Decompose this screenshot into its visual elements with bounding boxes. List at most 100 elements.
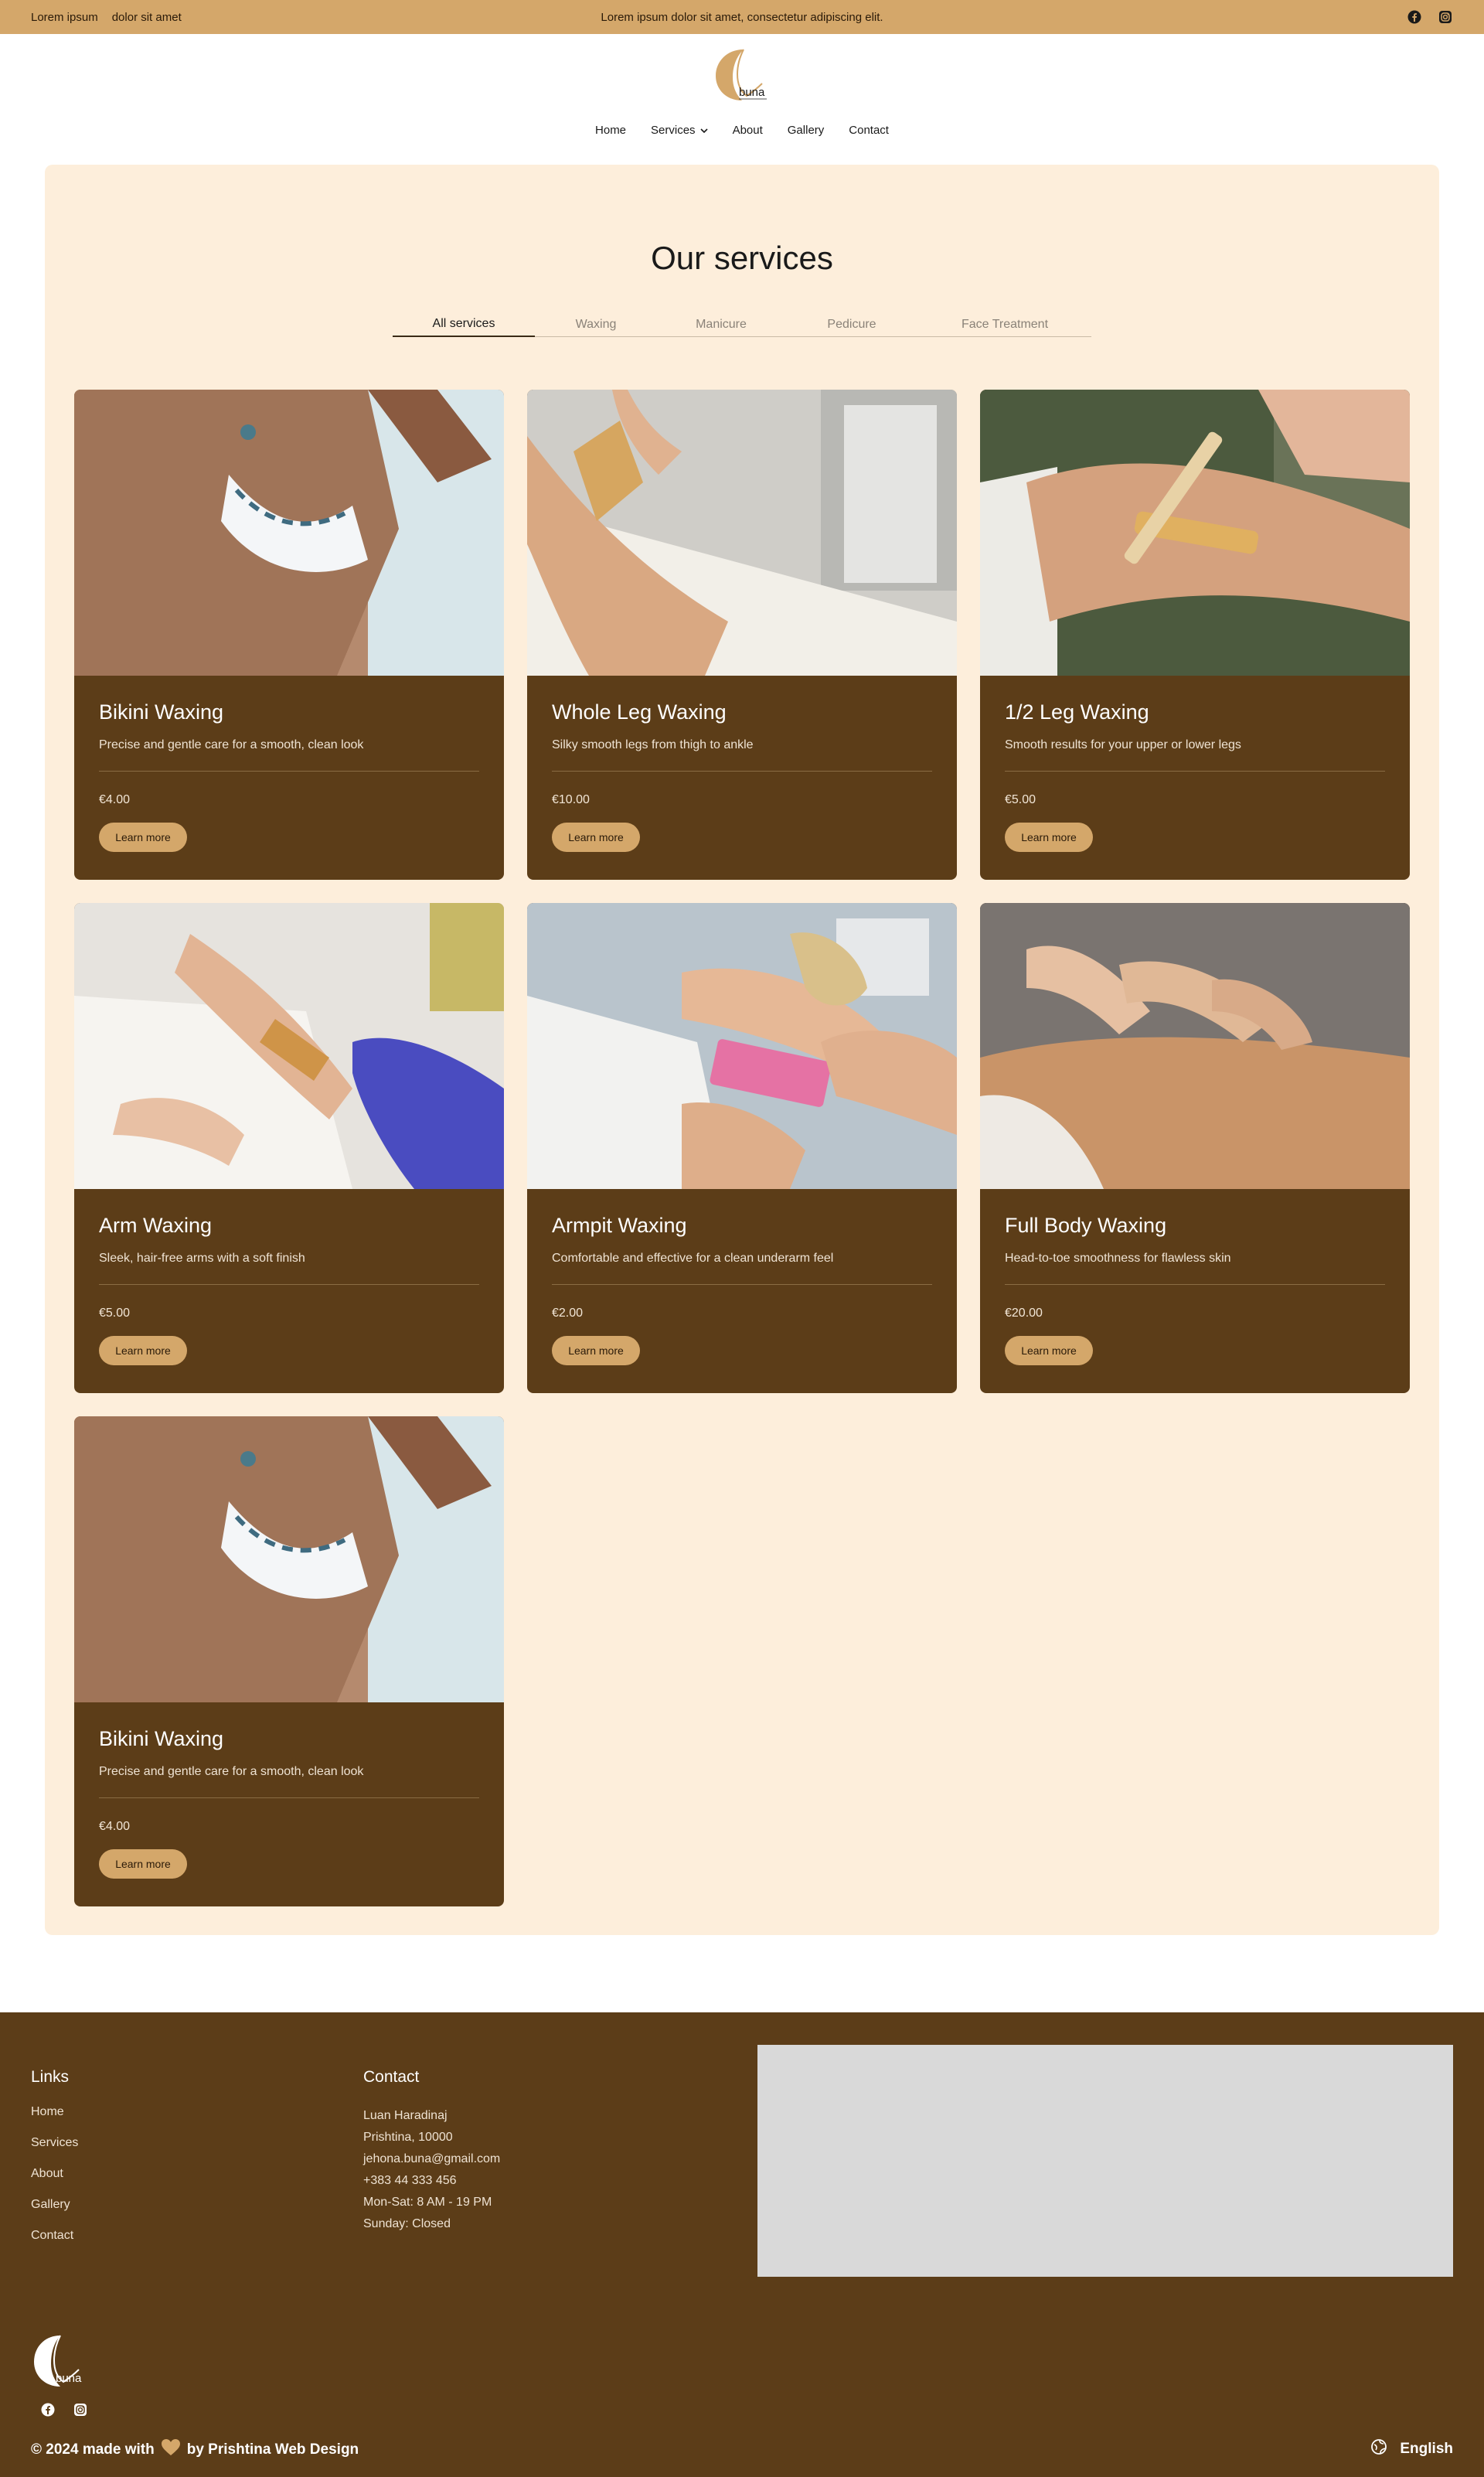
learn-more-button[interactable]: Learn more <box>552 1336 640 1365</box>
contact-city: Prishtina, 10000 <box>363 2131 453 2144</box>
card-divider <box>99 771 479 772</box>
nav-gallery-label: Gallery <box>787 124 825 137</box>
card-title: Armpit Waxing <box>552 1214 687 1237</box>
card-title: 1/2 Leg Waxing <box>1005 700 1149 724</box>
service-card[interactable]: Arm Waxing Sleek, hair-free arms with a … <box>74 903 504 1393</box>
card-body: Bikini Waxing Precise and gentle care fo… <box>99 1702 479 1879</box>
service-card[interactable]: Full Body Waxing Head-to-toe smoothness … <box>980 903 1410 1393</box>
card-description: Sleek, hair-free arms with a soft finish <box>99 1252 305 1265</box>
service-image <box>74 903 504 1189</box>
card-divider <box>552 771 932 772</box>
heart-icon <box>161 2438 181 2462</box>
top-bar-social <box>1407 9 1453 25</box>
nav-contact-label: Contact <box>849 124 889 137</box>
card-description: Silky smooth legs from thigh to ankle <box>552 738 754 751</box>
globe-icon <box>1370 2438 1387 2460</box>
instagram-icon[interactable] <box>1438 9 1453 25</box>
contact-email[interactable]: jehona.buna@gmail.com <box>363 2148 500 2170</box>
card-body: Bikini Waxing Precise and gentle care fo… <box>99 676 479 852</box>
copyright: © 2024 made with by Prishtina Web Design <box>31 2438 359 2462</box>
card-divider <box>1005 1284 1385 1285</box>
footer-contact: Contact Luan Haradinaj Prishtina, 10000 … <box>363 2068 500 2235</box>
learn-more-button[interactable]: Learn more <box>1005 1336 1093 1365</box>
footer-logo-text: buna <box>56 2372 82 2385</box>
nav-contact[interactable]: Contact <box>849 124 889 137</box>
card-price: €10.00 <box>552 793 590 806</box>
footer-link-gallery[interactable]: Gallery <box>31 2198 78 2212</box>
top-bar-text-1: Lorem ipsum <box>31 10 98 24</box>
tab-waxing[interactable]: Waxing <box>535 312 657 337</box>
learn-more-button[interactable]: Learn more <box>99 1849 187 1879</box>
card-body: 1/2 Leg Waxing Smooth results for your u… <box>1005 676 1385 852</box>
chevron-down-icon <box>699 124 708 137</box>
footer-logo[interactable]: buna <box>31 2331 88 2391</box>
card-body: Full Body Waxing Head-to-toe smoothness … <box>1005 1189 1385 1365</box>
card-price: €5.00 <box>1005 793 1036 806</box>
footer-link-services[interactable]: Services <box>31 2136 78 2150</box>
facebook-icon[interactable] <box>40 2402 56 2417</box>
copyright-suffix[interactable]: by Prishtina Web Design <box>187 2441 359 2458</box>
card-body: Whole Leg Waxing Silky smooth legs from … <box>552 676 932 852</box>
service-image <box>980 390 1410 676</box>
language-label: English <box>1400 2441 1453 2457</box>
tab-manicure[interactable]: Manicure <box>657 312 785 337</box>
section-title: Our services <box>651 240 833 276</box>
instagram-icon[interactable] <box>73 2402 88 2417</box>
footer-links: Links Home Services About Gallery Contac… <box>31 2068 78 2260</box>
card-title: Bikini Waxing <box>99 700 224 724</box>
tab-all-services[interactable]: All services <box>393 312 535 337</box>
copyright-prefix: © 2024 made with <box>31 2441 155 2458</box>
card-price: €4.00 <box>99 1820 131 1833</box>
service-card[interactable]: Bikini Waxing Precise and gentle care fo… <box>74 1416 504 1906</box>
service-image <box>74 1416 504 1702</box>
facebook-icon[interactable] <box>1407 9 1422 25</box>
card-body: Armpit Waxing Comfortable and effective … <box>552 1189 932 1365</box>
footer-link-about[interactable]: About <box>31 2167 78 2181</box>
footer-links-title: Links <box>31 2068 70 2086</box>
service-image <box>527 903 957 1189</box>
contact-sunday: Sunday: Closed <box>363 2217 451 2230</box>
nav-home[interactable]: Home <box>595 124 626 137</box>
card-description: Comfortable and effective for a clean un… <box>552 1252 834 1265</box>
footer: Links Home Services About Gallery Contac… <box>0 2012 1484 2477</box>
map-embed[interactable] <box>757 2045 1453 2277</box>
card-title: Whole Leg Waxing <box>552 700 727 724</box>
tab-pedicure[interactable]: Pedicure <box>785 312 918 337</box>
card-price: €20.00 <box>1005 1307 1043 1320</box>
learn-more-button[interactable]: Learn more <box>1005 823 1093 852</box>
card-price: €4.00 <box>99 793 131 806</box>
service-image <box>527 390 957 676</box>
card-description: Precise and gentle care for a smooth, cl… <box>99 738 364 751</box>
card-title: Arm Waxing <box>99 1214 213 1237</box>
service-card[interactable]: Armpit Waxing Comfortable and effective … <box>527 903 957 1393</box>
nav-services[interactable]: Services <box>651 124 708 137</box>
top-bar-announcement: Lorem ipsum dolor sit amet, consectetur … <box>601 10 883 24</box>
card-price: €5.00 <box>99 1307 131 1320</box>
learn-more-button[interactable]: Learn more <box>99 823 187 852</box>
language-selector[interactable]: English <box>1370 2438 1453 2460</box>
card-price: €2.00 <box>552 1307 584 1320</box>
learn-more-button[interactable]: Learn more <box>99 1336 187 1365</box>
card-divider <box>99 1284 479 1285</box>
nav-about[interactable]: About <box>733 124 763 137</box>
learn-more-button[interactable]: Learn more <box>552 823 640 852</box>
footer-link-home[interactable]: Home <box>31 2105 78 2119</box>
nav-about-label: About <box>732 124 763 137</box>
service-card[interactable]: Whole Leg Waxing Silky smooth legs from … <box>527 390 957 880</box>
contact-name: Luan Haradinaj <box>363 2109 448 2122</box>
footer-link-contact[interactable]: Contact <box>31 2229 78 2243</box>
contact-phone[interactable]: +383 44 333 456 <box>363 2170 500 2192</box>
card-title: Bikini Waxing <box>99 1727 224 1750</box>
service-card[interactable]: 1/2 Leg Waxing Smooth results for your u… <box>980 390 1410 880</box>
service-card[interactable]: Bikini Waxing Precise and gentle care fo… <box>74 390 504 880</box>
card-body: Arm Waxing Sleek, hair-free arms with a … <box>99 1189 479 1365</box>
top-bar-text-2: dolor sit amet <box>111 10 182 24</box>
top-bar-left: Lorem ipsum dolor sit amet <box>31 11 182 24</box>
card-divider <box>99 1797 479 1798</box>
tab-face-treatment[interactable]: Face Treatment <box>918 312 1091 337</box>
card-description: Precise and gentle care for a smooth, cl… <box>99 1765 364 1778</box>
nav-home-label: Home <box>595 124 627 137</box>
site-logo[interactable]: buna <box>713 45 771 107</box>
card-description: Smooth results for your upper or lower l… <box>1005 738 1241 751</box>
nav-gallery[interactable]: Gallery <box>788 124 825 137</box>
